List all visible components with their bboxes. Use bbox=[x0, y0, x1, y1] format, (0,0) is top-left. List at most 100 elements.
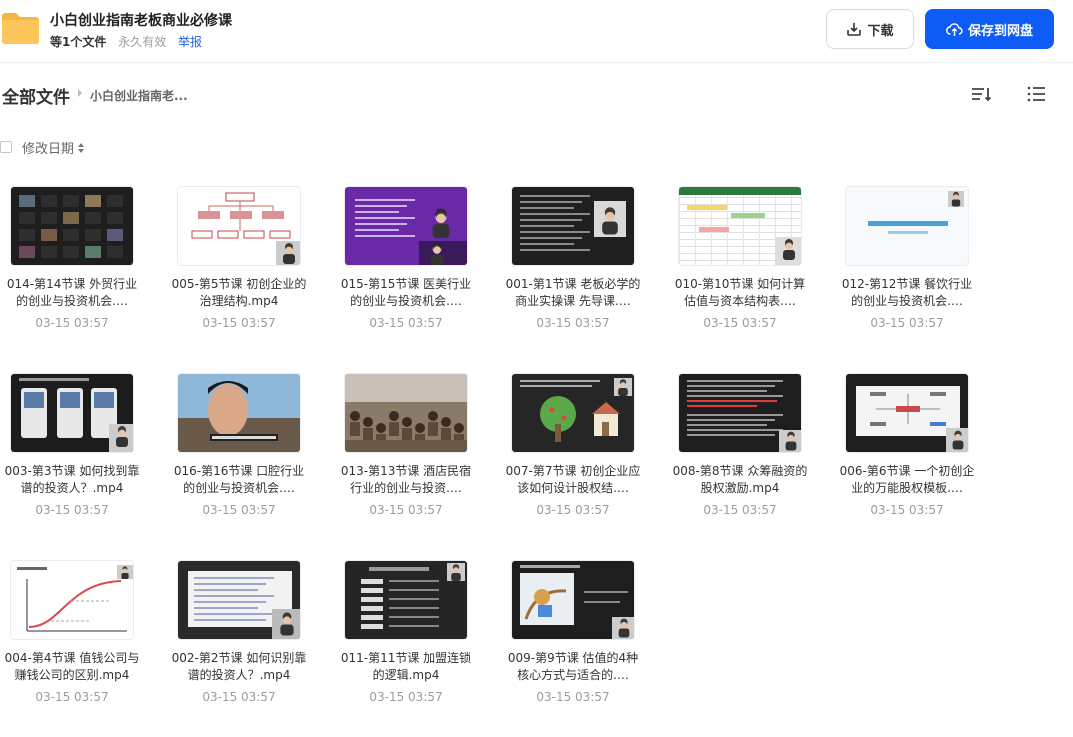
file-date: 03-15 03:57 bbox=[703, 503, 777, 517]
file-name[interactable]: 011-第11节课 加盟连锁的逻辑.mp4 bbox=[338, 650, 474, 684]
file-card[interactable]: 007-第7节课 初创企业应该如何设计股权结.… 03-15 03:57 bbox=[501, 373, 668, 560]
video-thumbnail[interactable] bbox=[344, 373, 468, 453]
breadcrumb-separator-icon bbox=[78, 89, 82, 97]
folder-icon bbox=[2, 13, 39, 44]
share-title: 小白创业指南老板商业必修课 bbox=[50, 13, 232, 29]
sort-order-icon[interactable] bbox=[970, 85, 992, 103]
video-thumbnail[interactable] bbox=[678, 186, 802, 266]
file-count: 等1个文件 bbox=[50, 35, 107, 49]
file-date: 03-15 03:57 bbox=[536, 690, 610, 704]
file-date: 03-15 03:57 bbox=[35, 316, 109, 330]
list-view-icon[interactable] bbox=[1026, 85, 1046, 103]
video-thumbnail[interactable] bbox=[177, 560, 301, 640]
thumbnail-image bbox=[178, 187, 300, 265]
file-name[interactable]: 006-第6节课 一个初创企业的万能股权模板.… bbox=[839, 463, 975, 497]
thumbnail-image bbox=[846, 187, 968, 265]
video-thumbnail[interactable] bbox=[344, 186, 468, 266]
download-button[interactable]: 下载 bbox=[826, 9, 914, 49]
video-thumbnail[interactable] bbox=[177, 186, 301, 266]
thumbnail-image bbox=[679, 187, 801, 265]
file-card[interactable]: 001-第1节课 老板必学的商业实操课 先导课.… 03-15 03:57 bbox=[501, 186, 668, 373]
file-card[interactable]: 016-第16节课 口腔行业的创业与投资机会.… 03-15 03:57 bbox=[167, 373, 334, 560]
file-card[interactable]: 004-第4节课 值钱公司与赚钱公司的区别.mp4 03-15 03:57 bbox=[0, 560, 167, 737]
download-icon bbox=[847, 23, 862, 36]
file-date: 03-15 03:57 bbox=[703, 316, 777, 330]
file-card[interactable]: 012-第12节课 餐饮行业的创业与投资机会.… 03-15 03:57 bbox=[835, 186, 1002, 373]
file-card[interactable]: 014-第14节课 外贸行业的创业与投资机会.… 03-15 03:57 bbox=[0, 186, 167, 373]
file-card[interactable]: 011-第11节课 加盟连锁的逻辑.mp4 03-15 03:57 bbox=[334, 560, 501, 737]
date-sort-label: 修改日期 bbox=[22, 142, 75, 157]
download-label: 下载 bbox=[867, 23, 894, 39]
thumbnail-image bbox=[846, 374, 968, 452]
file-card[interactable]: 003-第3节课 如何找到靠谱的投资人？.mp4 03-15 03:57 bbox=[0, 373, 167, 560]
sort-updown-icon bbox=[78, 142, 85, 153]
file-name[interactable]: 007-第7节课 初创企业应该如何设计股权结.… bbox=[505, 463, 641, 497]
file-name[interactable]: 014-第14节课 外贸行业的创业与投资机会.… bbox=[4, 276, 140, 310]
file-name[interactable]: 009-第9节课 估值的4种核心方式与适合的.… bbox=[505, 650, 641, 684]
file-date: 03-15 03:57 bbox=[369, 503, 443, 517]
breadcrumb-root[interactable]: 全部文件 bbox=[2, 83, 70, 108]
file-card[interactable]: 009-第9节课 估值的4种核心方式与适合的.… 03-15 03:57 bbox=[501, 560, 668, 737]
thumbnail-image bbox=[512, 187, 634, 265]
video-thumbnail[interactable] bbox=[678, 373, 802, 453]
thumbnail-image bbox=[512, 374, 634, 452]
video-thumbnail[interactable] bbox=[344, 560, 468, 640]
cloud-upload-icon bbox=[945, 22, 963, 36]
file-date: 03-15 03:57 bbox=[536, 503, 610, 517]
thumbnail-image bbox=[178, 374, 300, 452]
video-thumbnail[interactable] bbox=[10, 186, 134, 266]
thumbnail-image bbox=[679, 374, 801, 452]
file-date: 03-15 03:57 bbox=[870, 503, 944, 517]
file-name[interactable]: 010-第10节课 如何计算估值与资本结构表.… bbox=[672, 276, 808, 310]
report-link[interactable]: 举报 bbox=[178, 35, 202, 49]
file-name[interactable]: 004-第4节课 值钱公司与赚钱公司的区别.mp4 bbox=[4, 650, 140, 684]
file-name[interactable]: 002-第2节课 如何识别靠谱的投资人？.mp4 bbox=[171, 650, 307, 684]
save-label: 保存到网盘 bbox=[967, 23, 1033, 39]
video-thumbnail[interactable] bbox=[511, 560, 635, 640]
file-name[interactable]: 008-第8节课 众筹融资的股权激励.mp4 bbox=[672, 463, 808, 497]
video-thumbnail[interactable] bbox=[177, 373, 301, 453]
file-date: 03-15 03:57 bbox=[202, 503, 276, 517]
thumbnail-image bbox=[512, 561, 634, 639]
file-card[interactable]: 015-第15节课 医美行业的创业与投资机会.… 03-15 03:57 bbox=[334, 186, 501, 373]
file-name[interactable]: 015-第15节课 医美行业的创业与投资机会.… bbox=[338, 276, 474, 310]
video-thumbnail[interactable] bbox=[845, 373, 969, 453]
save-to-cloud-button[interactable]: 保存到网盘 bbox=[925, 9, 1054, 49]
thumbnail-image bbox=[345, 561, 467, 639]
file-date: 03-15 03:57 bbox=[202, 690, 276, 704]
file-date: 03-15 03:57 bbox=[202, 316, 276, 330]
file-date: 03-15 03:57 bbox=[369, 690, 443, 704]
validity-text: 永久有效 bbox=[118, 35, 167, 49]
share-meta: 等1个文件 永久有效 举报 bbox=[50, 33, 202, 50]
file-name[interactable]: 012-第12节课 餐饮行业的创业与投资机会.… bbox=[839, 276, 975, 310]
modified-date-sort[interactable]: 修改日期 bbox=[22, 138, 85, 157]
file-card[interactable]: 013-第13节课 酒店民宿行业的创业与投资.… 03-15 03:57 bbox=[334, 373, 501, 560]
thumbnail-image bbox=[345, 187, 467, 265]
file-date: 03-15 03:57 bbox=[536, 316, 610, 330]
file-name[interactable]: 005-第5节课 初创企业的治理结构.mp4 bbox=[171, 276, 307, 310]
video-thumbnail[interactable] bbox=[511, 186, 635, 266]
file-date: 03-15 03:57 bbox=[369, 316, 443, 330]
file-name[interactable]: 001-第1节课 老板必学的商业实操课 先导课.… bbox=[505, 276, 641, 310]
file-card[interactable]: 005-第5节课 初创企业的治理结构.mp4 03-15 03:57 bbox=[167, 186, 334, 373]
thumbnail-image bbox=[11, 374, 133, 452]
thumbnail-image bbox=[11, 561, 133, 639]
file-grid: 014-第14节课 外贸行业的创业与投资机会.… 03-15 03:57 005-第… bbox=[0, 186, 1000, 737]
share-header: 小白创业指南老板商业必修课 等1个文件 永久有效 举报 下载 保存到网盘 bbox=[0, 0, 1073, 63]
video-thumbnail[interactable] bbox=[845, 186, 969, 266]
file-card[interactable]: 008-第8节课 众筹融资的股权激励.mp4 03-15 03:57 bbox=[668, 373, 835, 560]
video-thumbnail[interactable] bbox=[511, 373, 635, 453]
breadcrumb-current: 小白创业指南老... bbox=[90, 89, 188, 103]
video-thumbnail[interactable] bbox=[10, 560, 134, 640]
video-thumbnail[interactable] bbox=[10, 373, 134, 453]
select-all-checkbox[interactable] bbox=[0, 141, 12, 153]
file-name[interactable]: 003-第3节课 如何找到靠谱的投资人？.mp4 bbox=[4, 463, 140, 497]
file-card[interactable]: 002-第2节课 如何识别靠谱的投资人？.mp4 03-15 03:57 bbox=[167, 560, 334, 737]
file-card[interactable]: 006-第6节课 一个初创企业的万能股权模板.… 03-15 03:57 bbox=[835, 373, 1002, 560]
file-date: 03-15 03:57 bbox=[35, 690, 109, 704]
file-name[interactable]: 013-第13节课 酒店民宿行业的创业与投资.… bbox=[338, 463, 474, 497]
file-date: 03-15 03:57 bbox=[35, 503, 109, 517]
file-name[interactable]: 016-第16节课 口腔行业的创业与投资机会.… bbox=[171, 463, 307, 497]
thumbnail-image bbox=[178, 561, 300, 639]
file-card[interactable]: 010-第10节课 如何计算估值与资本结构表.… 03-15 03:57 bbox=[668, 186, 835, 373]
